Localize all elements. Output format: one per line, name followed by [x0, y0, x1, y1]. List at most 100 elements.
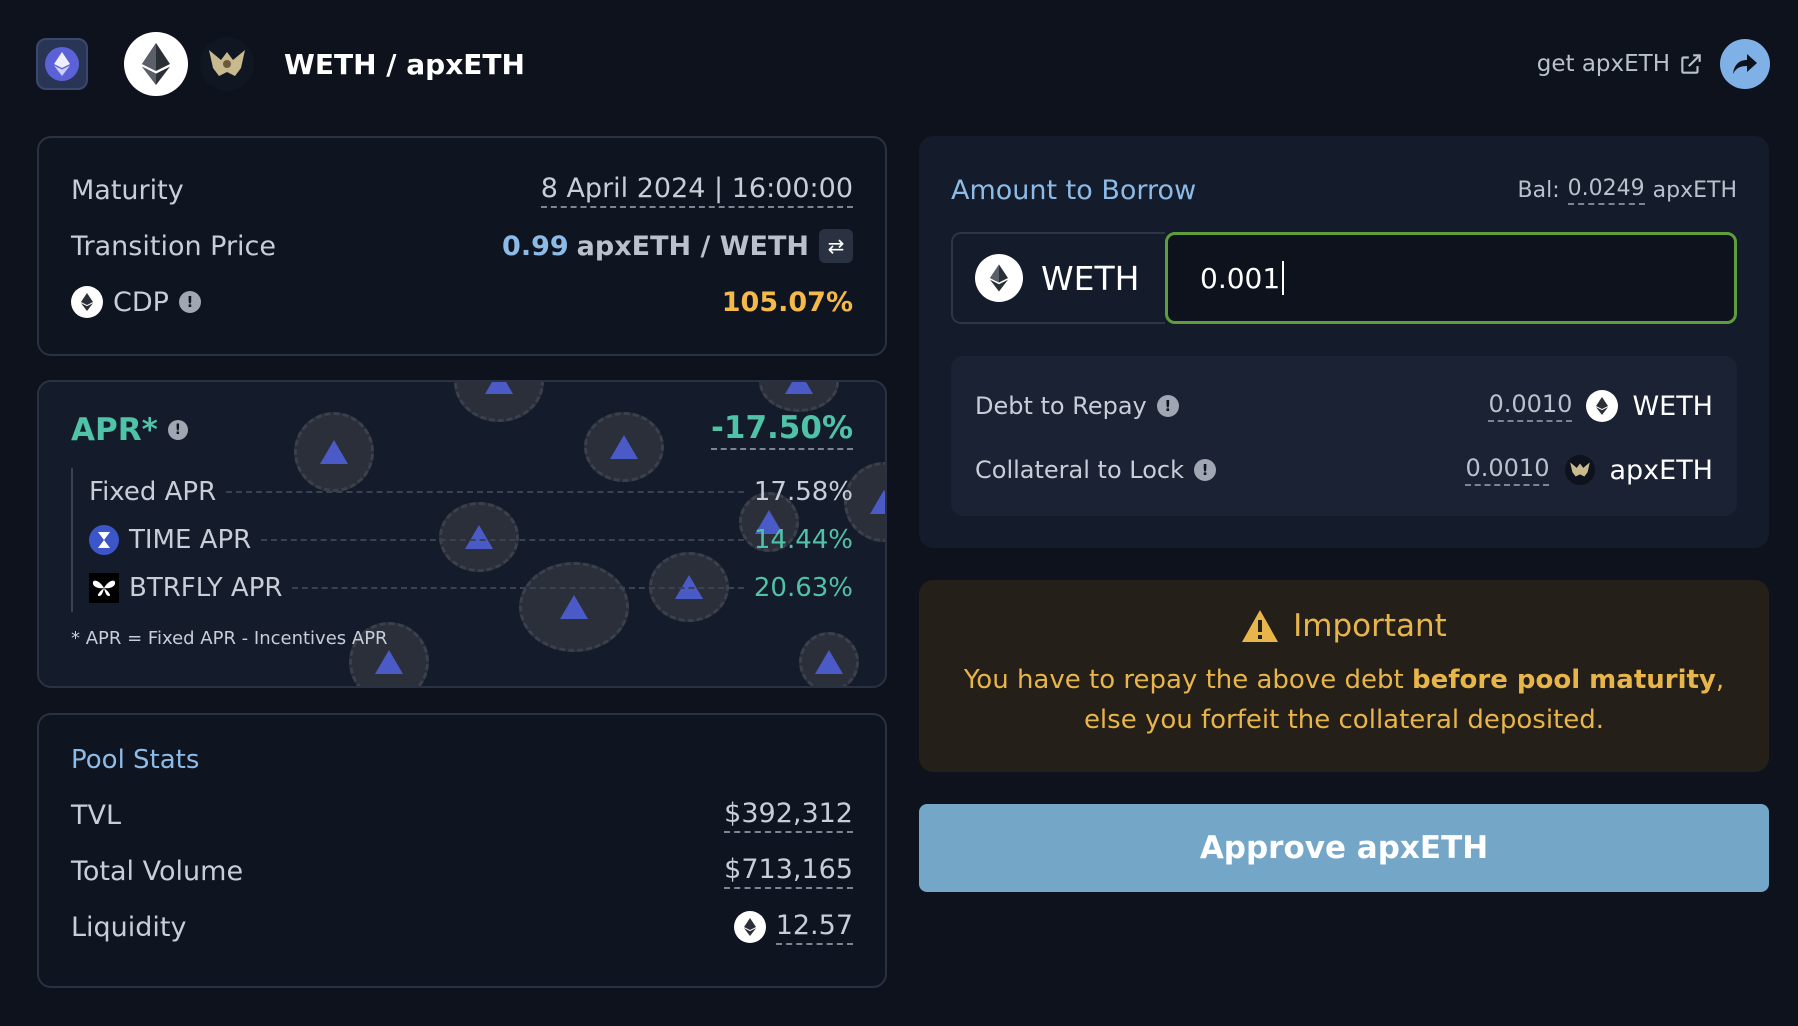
debt-label-group: Debt to Repay ! — [975, 374, 1179, 438]
important-title: Important — [1293, 608, 1447, 644]
apr-breakdown: Fixed APR 17.58% TIME APR 14.44% BTRFLY … — [71, 468, 853, 612]
approve-apxeth-button[interactable]: Approve apxETH — [919, 804, 1769, 892]
share-arrow-icon — [1731, 52, 1759, 76]
balance-label: Bal: — [1517, 177, 1560, 203]
important-text-emphasis: before pool maturity — [1411, 665, 1716, 695]
debt-value-group: 0.0010 WETH — [1488, 374, 1713, 438]
decorative-coin-icon — [759, 382, 839, 412]
get-apxeth-label: get apxETH — [1536, 51, 1670, 77]
borrow-token-label: WETH — [1041, 258, 1140, 298]
weth-token-icon — [1586, 390, 1619, 422]
cdp-label-group: CDP ! — [71, 274, 201, 330]
info-icon[interactable]: ! — [1156, 395, 1179, 417]
transition-price-value: 0.99 — [502, 230, 569, 262]
debt-to-repay-value[interactable]: 0.0010 — [1488, 390, 1573, 422]
eth-small-icon — [71, 286, 103, 318]
btrfly-apr-row: BTRFLY APR 20.63% — [89, 564, 853, 612]
pool-stats-title: Pool Stats — [71, 745, 200, 775]
tvl-value[interactable]: $392,312 — [724, 798, 853, 833]
maturity-value[interactable]: 8 April 2024 | 16:00:00 — [540, 173, 853, 208]
share-button[interactable] — [1720, 39, 1770, 89]
external-link-icon — [1678, 51, 1704, 77]
btrfly-apr-label: BTRFLY APR — [129, 573, 283, 603]
text-caret — [1282, 261, 1285, 295]
info-icon[interactable]: ! — [1193, 459, 1216, 481]
apr-title: APR* — [71, 412, 158, 448]
fixed-apr-row: Fixed APR 17.58% — [89, 468, 853, 516]
liquidity-group: 12.57 — [733, 899, 853, 955]
time-token-icon — [89, 525, 119, 555]
important-title-row: Important — [919, 608, 1769, 644]
collateral-to-lock-row: Collateral to Lock ! 0.0010 apxETH — [975, 438, 1713, 502]
weth-token-icon — [124, 32, 188, 96]
total-volume-label: Total Volume — [71, 855, 244, 887]
swap-arrows-icon: ⇄ — [827, 234, 845, 258]
apxeth-token-icon — [1565, 455, 1596, 485]
pool-stats-card: Pool Stats TVL $392,312 Total Volume $71… — [37, 713, 887, 988]
pair-title: WETH / apxETH — [284, 47, 525, 81]
time-apr-value: 14.44% — [753, 525, 853, 555]
transition-price-unit: apxETH / WETH — [576, 230, 809, 262]
apr-title-group: APR* ! — [71, 412, 188, 448]
swap-direction-button[interactable]: ⇄ — [819, 229, 853, 263]
apr-total-value[interactable]: -17.50% — [711, 410, 853, 450]
total-volume-row: Total Volume $713,165 — [71, 843, 853, 899]
debt-to-repay-row: Debt to Repay ! 0.0010 WETH — [975, 374, 1713, 438]
header: WETH / apxETH get apxETH — [36, 30, 1770, 98]
debt-to-repay-label: Debt to Repay — [975, 392, 1147, 420]
time-apr-row: TIME APR 14.44% — [89, 516, 853, 564]
debt-token-label: WETH — [1632, 390, 1713, 422]
liquidity-value[interactable]: 12.57 — [775, 910, 853, 945]
balance: Bal: 0.0249 apxETH — [1518, 176, 1737, 205]
borrow-amount-input[interactable]: 0.001 — [1165, 232, 1737, 324]
borrow-amount-value: 0.001 — [1200, 261, 1281, 295]
important-text: You have to repay the above debt before … — [919, 660, 1769, 740]
cdp-value: 105.07% — [721, 286, 853, 318]
get-apxeth-link[interactable]: get apxETH — [1537, 51, 1704, 77]
important-notice: Important You have to repay the above de… — [919, 580, 1769, 772]
collateral-to-lock-value[interactable]: 0.0010 — [1465, 454, 1550, 486]
borrow-token-select[interactable]: WETH — [951, 232, 1165, 324]
info-icon[interactable]: ! — [178, 291, 201, 313]
amount-to-borrow-title: Amount to Borrow — [951, 174, 1197, 206]
collateral-value-group: 0.0010 apxETH — [1465, 438, 1713, 502]
total-volume-value[interactable]: $713,165 — [724, 854, 853, 889]
leader-line — [292, 587, 744, 589]
btrfly-token-icon — [89, 573, 119, 603]
collateral-to-lock-label: Collateral to Lock — [975, 456, 1184, 484]
borrow-panel: Amount to Borrow Bal: 0.0249 apxETH WETH… — [919, 136, 1769, 548]
info-icon[interactable]: ! — [167, 420, 188, 440]
fixed-apr-value: 17.58% — [753, 477, 853, 507]
leader-line — [226, 491, 744, 493]
transition-price: 0.99 apxETH / WETH ⇄ — [502, 218, 853, 274]
borrow-header: Amount to Borrow Bal: 0.0249 apxETH — [951, 170, 1737, 210]
tvl-label: TVL — [71, 799, 122, 831]
important-text-start: You have to repay the above debt — [963, 665, 1412, 695]
apr-card: APR* ! -17.50% Fixed APR 17.58% TIME APR… — [37, 380, 887, 688]
ethereum-network-icon — [45, 47, 79, 81]
cdp-label: CDP — [113, 286, 169, 318]
fixed-apr-label: Fixed APR — [89, 477, 217, 507]
collateral-token-label: apxETH — [1609, 454, 1713, 486]
borrow-input-row: WETH 0.001 — [951, 232, 1737, 324]
collateral-label-group: Collateral to Lock ! — [975, 438, 1216, 502]
apr-footnote: * APR = Fixed APR - Incentives APR — [71, 628, 388, 649]
maturity-row: Maturity 8 April 2024 | 16:00:00 — [71, 162, 853, 218]
liquidity-label: Liquidity — [71, 911, 187, 943]
weth-token-icon — [975, 254, 1023, 302]
leader-line — [261, 539, 744, 541]
tvl-row: TVL $392,312 — [71, 787, 853, 843]
network-badge[interactable] — [36, 38, 88, 90]
apr-header: APR* ! -17.50% — [71, 410, 853, 450]
balance-value[interactable]: 0.0249 — [1567, 176, 1645, 205]
transition-price-row: Transition Price 0.99 apxETH / WETH ⇄ — [71, 218, 853, 274]
cdp-row: CDP ! 105.07% — [71, 274, 853, 330]
liquidity-row: Liquidity 12.57 — [71, 899, 853, 955]
transition-price-label: Transition Price — [71, 230, 277, 262]
time-apr-label: TIME APR — [129, 525, 252, 555]
balance-unit: apxETH — [1652, 177, 1737, 203]
pool-info-card: Maturity 8 April 2024 | 16:00:00 Transit… — [37, 136, 887, 356]
borrow-summary: Debt to Repay ! 0.0010 WETH Collateral t… — [951, 356, 1737, 516]
apxeth-token-icon — [200, 37, 254, 91]
maturity-label: Maturity — [71, 174, 184, 206]
